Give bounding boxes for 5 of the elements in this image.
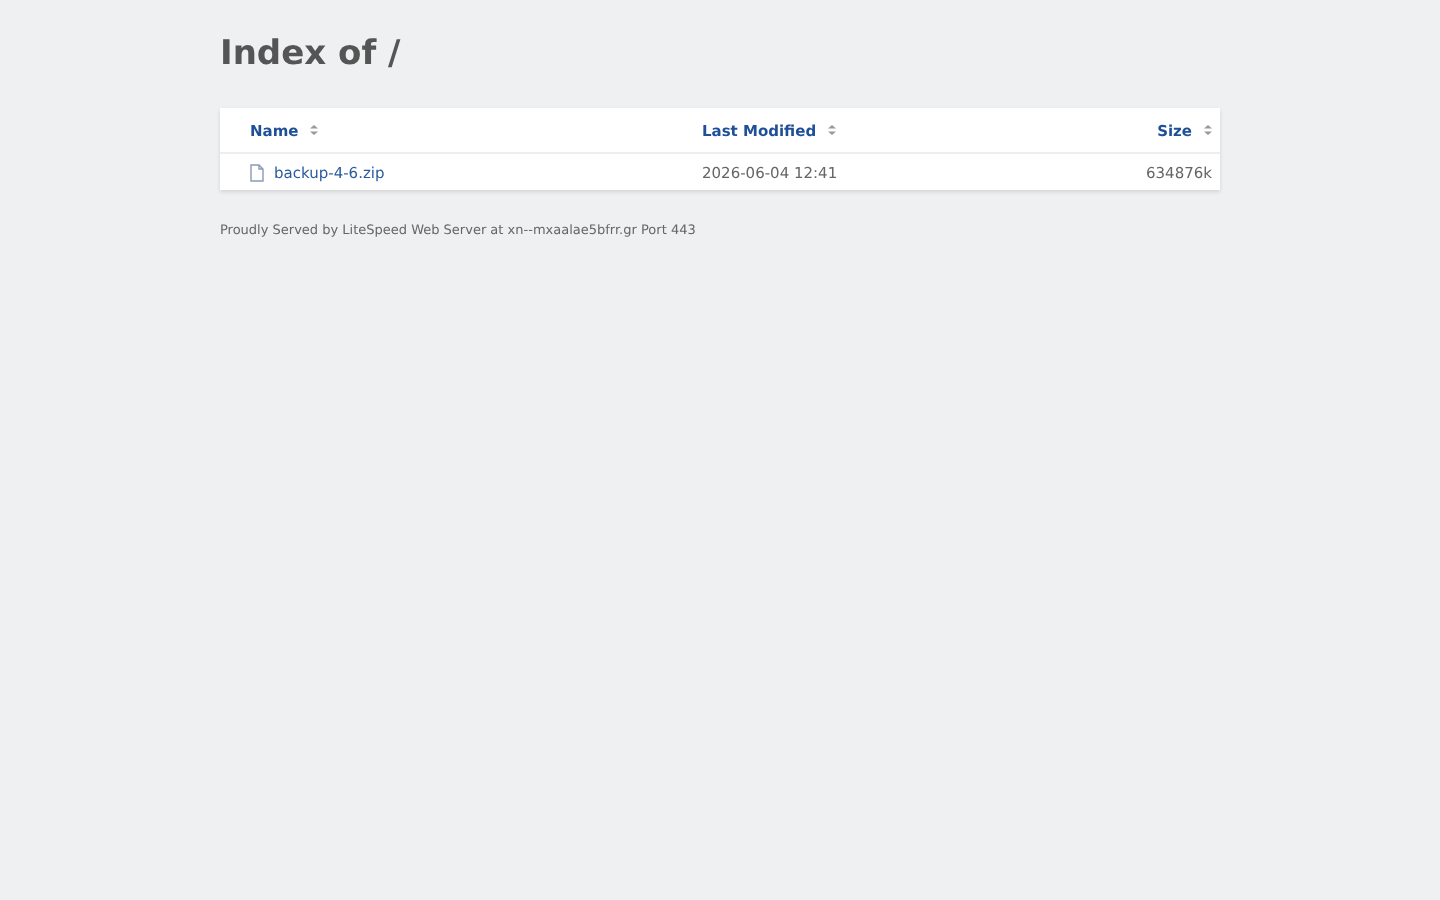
file-icon — [250, 163, 264, 181]
page-title: Index of / — [220, 32, 403, 78]
sort-icon — [310, 124, 319, 136]
sort-icon — [1204, 124, 1212, 136]
sort-icon — [828, 124, 837, 136]
